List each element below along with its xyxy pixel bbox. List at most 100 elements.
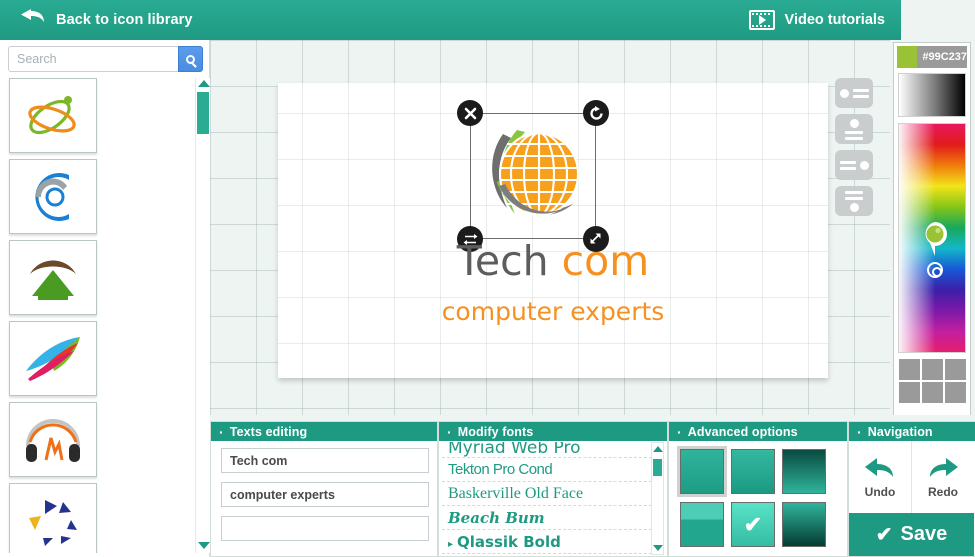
panel-advanced-options-title: Advanced options xyxy=(687,424,798,439)
save-button[interactable]: ✔ Save xyxy=(849,513,974,556)
hex-value-label: #99C237 xyxy=(922,51,967,63)
font-list-item[interactable]: Baskerville Old Face xyxy=(442,482,652,506)
icon-library-item[interactable] xyxy=(9,78,97,153)
icon-library-sidebar xyxy=(0,40,210,557)
flip-horizontal-icon xyxy=(463,233,477,245)
color-pin-icon[interactable] xyxy=(921,222,949,256)
font-list-item[interactable]: Beach Bum xyxy=(442,506,652,530)
hex-readout-row[interactable]: #99C237 xyxy=(897,46,967,68)
font-list-scrollbar[interactable] xyxy=(651,442,664,555)
video-tutorials-button[interactable]: Video tutorials xyxy=(748,0,885,40)
undo-label: Undo xyxy=(864,485,896,499)
icon-library-item[interactable] xyxy=(9,240,97,315)
recent-swatch[interactable] xyxy=(945,382,966,403)
layout-icon-left-text-right[interactable] xyxy=(835,78,873,108)
font-list-item-selected[interactable]: ▸ Qlassik Bold xyxy=(442,530,652,554)
panel-navigation: · Navigation Undo Redo ✔ Save xyxy=(848,421,975,557)
search-icon xyxy=(186,54,195,64)
font-list-item[interactable]: Myriad Web Pro xyxy=(442,442,652,458)
top-bar: Back to icon library Video tutorials xyxy=(0,0,975,40)
icon-library-item[interactable] xyxy=(9,402,97,477)
text-line-2-input[interactable] xyxy=(221,482,429,507)
recent-swatch[interactable] xyxy=(899,382,920,403)
redo-button[interactable]: Redo xyxy=(911,441,974,513)
undo-button[interactable]: Undo xyxy=(849,441,911,513)
style-bright-gradient[interactable]: ✔ xyxy=(731,502,775,547)
logo-subtitle[interactable]: computer experts xyxy=(278,297,828,326)
font-list-item-label: Qlassik Bold xyxy=(457,533,561,551)
panel-modify-fonts-title: Modify fonts xyxy=(457,424,534,439)
logo-board[interactable]: Tech com computer experts xyxy=(278,83,828,378)
panel-advanced-options-header: · Advanced options xyxy=(669,422,847,441)
align-icon-4 xyxy=(845,190,863,212)
panel-texts-editing-title: Texts editing xyxy=(229,424,308,439)
sidebar-scrollbar[interactable] xyxy=(195,78,210,553)
design-canvas-area[interactable]: Tech com computer experts xyxy=(210,40,890,420)
font-list[interactable]: Myriad Web Pro Tekton Pro Cond Baskervil… xyxy=(442,442,652,555)
align-icon-2 xyxy=(845,118,863,140)
panel-texts-editing-header: · Texts editing xyxy=(211,422,437,441)
color-picker-panel[interactable]: #99C237 xyxy=(893,42,971,418)
search-button[interactable] xyxy=(178,46,203,72)
panel-navigation-title: Navigation xyxy=(867,424,933,439)
brightness-gradient-bar[interactable] xyxy=(898,73,966,117)
film-play-icon xyxy=(748,10,775,30)
recent-swatch[interactable] xyxy=(945,359,966,380)
back-arrow-icon xyxy=(18,8,46,32)
brown-green-arrow-icon xyxy=(30,260,76,300)
layout-icon-top-text-bottom[interactable] xyxy=(835,114,873,144)
video-tutorials-label: Video tutorials xyxy=(784,12,885,28)
rotate-handle[interactable] xyxy=(583,100,609,126)
font-scroll-thumb[interactable] xyxy=(653,459,662,476)
back-to-icon-library-label: Back to icon library xyxy=(56,12,193,28)
caret-down-icon[interactable] xyxy=(198,542,210,549)
topbar-right-spacer xyxy=(901,0,915,40)
delete-handle[interactable] xyxy=(457,100,483,126)
flip-handle[interactable] xyxy=(457,226,483,252)
current-color-swatch xyxy=(897,46,918,68)
search-input[interactable] xyxy=(8,46,178,72)
panel-navigation-header: · Navigation xyxy=(849,422,975,441)
icon-library-item[interactable] xyxy=(9,483,97,553)
panel-modify-fonts-header: · Modify fonts xyxy=(439,422,667,441)
sidebar-scroll-thumb[interactable] xyxy=(197,92,209,134)
undo-arrow-icon xyxy=(865,458,893,477)
panel-modify-fonts: · Modify fonts Myriad Web Pro Tekton Pro… xyxy=(438,421,668,557)
rotate-icon xyxy=(589,105,603,120)
back-to-icon-library-button[interactable]: Back to icon library xyxy=(18,0,193,40)
redo-label: Redo xyxy=(928,485,958,499)
headphones-wave-icon xyxy=(26,418,80,462)
color-spectrum[interactable] xyxy=(898,123,966,353)
font-list-item[interactable]: Tekton Pro Cond xyxy=(442,458,652,482)
logo-mark-globe[interactable] xyxy=(473,116,593,236)
style-split-gradient[interactable] xyxy=(680,502,724,547)
icon-library-item[interactable] xyxy=(9,159,97,234)
color-target-icon[interactable] xyxy=(927,262,943,278)
close-x-icon xyxy=(464,107,476,119)
text-line-3-input[interactable] xyxy=(221,516,429,541)
recent-swatches[interactable] xyxy=(898,359,968,405)
layout-text-left-icon-right[interactable] xyxy=(835,150,873,180)
layout-text-top-icon-bottom[interactable] xyxy=(835,186,873,216)
recent-swatch[interactable] xyxy=(899,359,920,380)
recent-swatch[interactable] xyxy=(922,359,943,380)
style-dark-bottom-gradient[interactable] xyxy=(782,502,826,547)
icon-library-item[interactable] xyxy=(9,321,97,396)
style-flat-light[interactable] xyxy=(680,449,724,494)
style-swatch-grid: ✔ xyxy=(680,449,838,555)
navigation-buttons: Undo Redo xyxy=(849,441,974,513)
caret-up-icon[interactable] xyxy=(198,80,210,87)
recent-swatch[interactable] xyxy=(922,382,943,403)
style-dark-top-gradient[interactable] xyxy=(782,449,826,494)
logo-maker-app: Back to icon library Video tutorials Sea… xyxy=(0,0,975,557)
caret-up-icon[interactable] xyxy=(653,446,663,452)
text-line-1-input[interactable] xyxy=(221,448,429,473)
icon-library-grid[interactable] xyxy=(6,78,192,553)
topbar-right-cap xyxy=(915,0,975,40)
style-flat[interactable] xyxy=(731,449,775,494)
caret-down-icon[interactable] xyxy=(653,545,663,551)
resize-handle[interactable] xyxy=(583,226,609,252)
logo-title-part2: com xyxy=(561,237,650,285)
logo-title[interactable]: Tech com xyxy=(278,241,828,282)
save-label: Save xyxy=(900,523,948,545)
